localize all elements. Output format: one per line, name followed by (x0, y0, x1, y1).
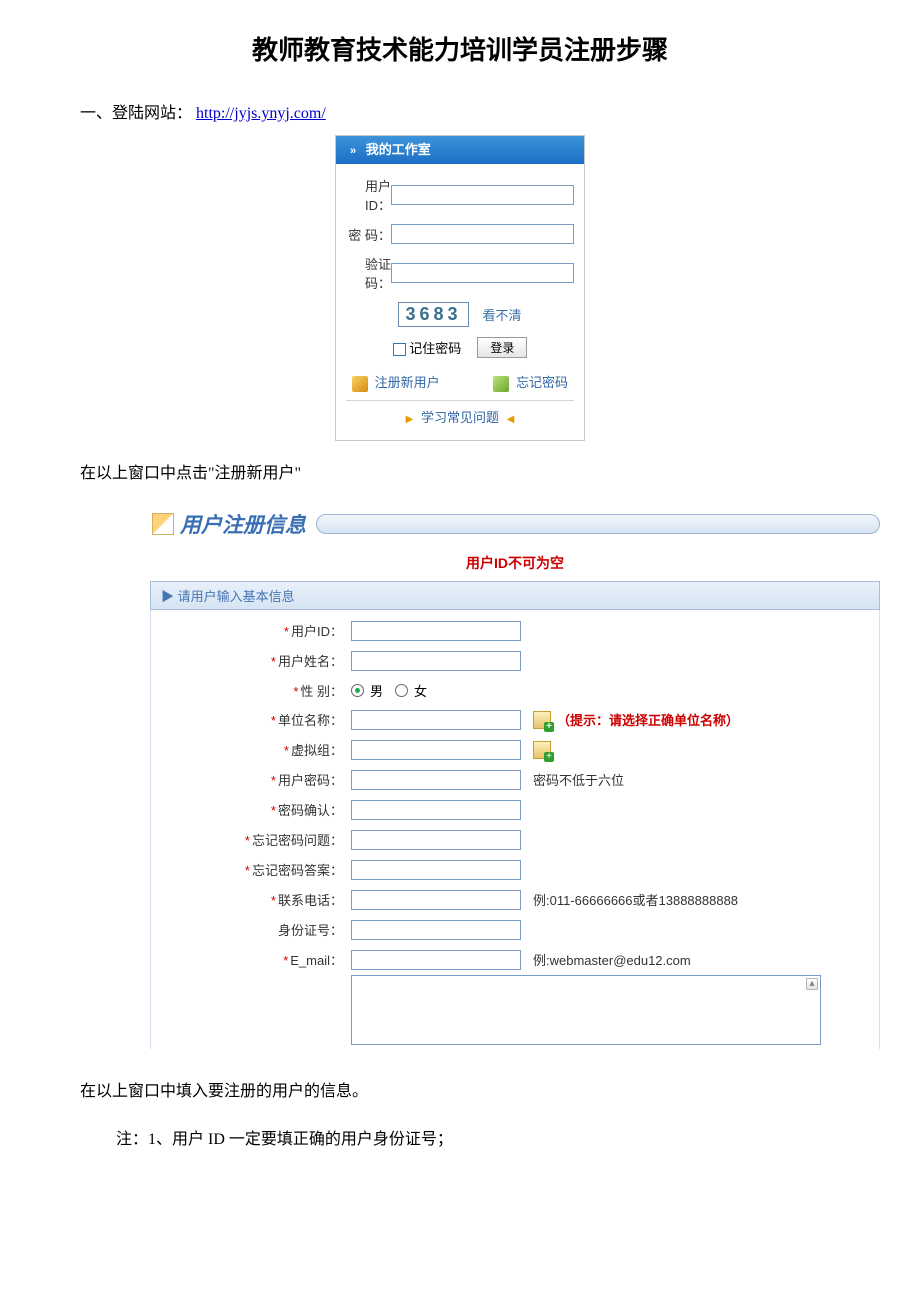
scrollbar-up-icon[interactable]: ▴ (806, 978, 818, 990)
reg-title: 用户注册信息 (180, 509, 306, 539)
chevron-right-icon: » (350, 145, 356, 157)
reg-vgroup-input[interactable] (351, 740, 521, 760)
reg-subhead: ▶ 请用户输入基本信息 (150, 581, 880, 610)
step1-label: 一、登陆网站： (80, 105, 192, 122)
site-url-link[interactable]: http://jyjs.ynyj.com/ (196, 105, 326, 122)
triangle-right-icon: ▶ (406, 414, 414, 425)
pencil-icon (152, 513, 174, 535)
lbl-idno: 身份证号： (151, 920, 351, 939)
captcha-refresh-link[interactable]: 看不清 (483, 305, 522, 324)
pick-vgroup-icon[interactable] (533, 741, 551, 759)
phone-hint: 例:011-66666666或者13888888888 (533, 890, 738, 909)
lbl-male: 男 (370, 681, 383, 700)
lbl-q: *忘记密码问题： (151, 830, 351, 849)
label-captcha: 验证码： (346, 254, 391, 292)
caption-login: 在以上窗口中点击"注册新用户" (80, 459, 840, 483)
register-link[interactable]: 注册新用户 (352, 372, 440, 392)
doc-title: 教师教育技术能力培训学员注册步骤 (80, 30, 840, 67)
radio-male[interactable] (351, 684, 364, 697)
lbl-user-id: *用户ID： (151, 621, 351, 640)
forgot-text: 忘记密码 (516, 375, 568, 390)
login-header-text: 我的工作室 (366, 142, 431, 157)
lbl-user-name: *用户姓名： (151, 651, 351, 670)
reg-error: 用户ID不可为空 (150, 553, 880, 573)
reg-pwd-input[interactable] (351, 770, 521, 790)
password-input[interactable] (391, 224, 574, 244)
triangle-left-icon: ◀ (507, 414, 515, 425)
pick-org-icon[interactable] (533, 711, 551, 729)
reg-org-input[interactable] (351, 710, 521, 730)
reg-email-input[interactable] (351, 950, 521, 970)
lbl-gender: *性 别： (151, 681, 351, 700)
remember-label: 记住密码 (409, 341, 461, 356)
login-panel: » 我的工作室 用户ID： 密 码： 验证码： 3683 看不清 记住密码 登录 (335, 135, 585, 441)
lbl-female: 女 (414, 681, 427, 700)
registration-panel: 用户注册信息 用户ID不可为空 ▶ 请用户输入基本信息 *用户ID： *用户姓名… (150, 507, 880, 1049)
org-hint: （提示：请选择正确单位名称） (533, 710, 739, 729)
pwd-hint: 密码不低于六位 (533, 770, 624, 789)
vgroup-pick (533, 741, 551, 759)
label-password: 密 码： (346, 225, 391, 244)
radio-female[interactable] (395, 684, 408, 697)
caption-reg: 在以上窗口中填入要注册的用户的信息。 (80, 1077, 840, 1101)
reg-q-input[interactable] (351, 830, 521, 850)
user-add-icon (352, 376, 368, 392)
lbl-pwd2: *密码确认： (151, 800, 351, 819)
forgot-link[interactable]: 忘记密码 (493, 372, 568, 392)
reg-idno-input[interactable] (351, 920, 521, 940)
login-header: » 我的工作室 (336, 136, 584, 164)
reg-title-bar (316, 514, 880, 534)
lbl-email: *E_mail： (151, 950, 351, 969)
reg-user-name-input[interactable] (351, 651, 521, 671)
note-1: 注：1、用户 ID 一定要填正确的用户身份证号； (80, 1125, 840, 1149)
lbl-a: *忘记密码答案： (151, 860, 351, 879)
register-text: 注册新用户 (375, 375, 440, 390)
reg-remark-textarea[interactable]: ▴ (351, 975, 821, 1045)
key-icon (493, 376, 509, 392)
remember-checkbox[interactable] (393, 343, 406, 356)
lbl-vgroup: *虚拟组： (151, 740, 351, 759)
lbl-org: *单位名称： (151, 710, 351, 729)
lbl-phone: *联系电话： (151, 890, 351, 909)
reg-user-id-input[interactable] (351, 621, 521, 641)
login-button[interactable]: 登录 (477, 337, 527, 358)
step1: 一、登陆网站： http://jyjs.ynyj.com/ (80, 99, 840, 123)
user-id-input[interactable] (391, 185, 574, 205)
remember-wrap[interactable]: 记住密码 (393, 338, 462, 357)
captcha-image: 3683 (398, 302, 468, 327)
label-user: 用户ID： (346, 176, 391, 214)
reg-a-input[interactable] (351, 860, 521, 880)
email-hint: 例:webmaster@edu12.com (533, 950, 691, 969)
faq-link[interactable]: 学习常见问题 (421, 410, 499, 425)
lbl-pwd: *用户密码： (151, 770, 351, 789)
captcha-input[interactable] (391, 263, 574, 283)
reg-phone-input[interactable] (351, 890, 521, 910)
reg-pwd2-input[interactable] (351, 800, 521, 820)
